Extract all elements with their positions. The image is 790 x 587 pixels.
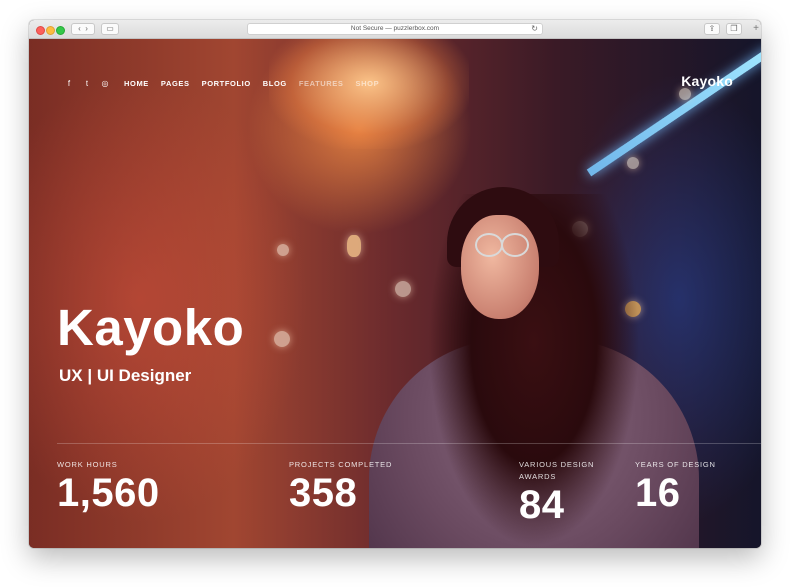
instagram-icon[interactable]: ◎ — [96, 79, 114, 88]
tabs-icon: ❐ — [730, 24, 738, 33]
stat-label: YEARS OF DESIGN — [635, 460, 716, 469]
main-nav: f t ◎ HOME PAGES PORTFOLIO BLOG FEATURES… — [60, 75, 379, 91]
nav-item-blog[interactable]: BLOG — [263, 79, 287, 88]
facebook-icon[interactable]: f — [60, 79, 78, 88]
bokeh-light — [679, 88, 691, 100]
stat-years-of-design: YEARS OF DESIGN 16 — [635, 459, 745, 515]
stat-value: 358 — [289, 471, 358, 515]
share-button[interactable]: ⇪ — [704, 23, 720, 35]
bokeh-light — [277, 244, 289, 256]
stat-label: WORK HOURS — [57, 460, 118, 469]
nav-item-portfolio[interactable]: PORTFOLIO — [202, 79, 251, 88]
forward-icon[interactable]: › — [85, 24, 88, 33]
address-bar[interactable]: Not Secure — puzzlerbox.com ↻ — [247, 23, 543, 35]
glasses-lens — [475, 233, 503, 257]
plus-icon[interactable]: + — [753, 23, 759, 35]
stat-projects-completed: PROJECTS COMPLETED 358 — [289, 459, 439, 515]
bokeh-light — [274, 331, 290, 347]
neon-light — [586, 46, 761, 177]
back-icon[interactable]: ‹ — [78, 24, 81, 33]
reload-icon[interactable]: ↻ — [531, 24, 538, 34]
zoom-window-button[interactable] — [56, 26, 65, 35]
nav-item-home[interactable]: HOME — [124, 79, 149, 88]
hero-subtitle: UX | UI Designer — [59, 366, 192, 385]
nav-item-pages[interactable]: PAGES — [161, 79, 190, 88]
address-text: Not Secure — puzzlerbox.com — [350, 25, 440, 32]
stat-label: PROJECTS COMPLETED — [289, 460, 393, 469]
stat-value: 84 — [519, 483, 565, 527]
glasses-lens — [501, 233, 529, 257]
stat-value: 1,560 — [57, 471, 160, 515]
stat-value: 16 — [635, 471, 681, 515]
stat-label: VARIOUS DESIGN AWARDS — [519, 460, 595, 481]
nav-item-features[interactable]: FEATURES — [299, 79, 344, 88]
nav-item-shop[interactable]: SHOP — [356, 79, 380, 88]
close-window-button[interactable] — [36, 26, 45, 35]
sidebar-icon: ▭ — [106, 24, 114, 33]
bokeh-light — [347, 235, 361, 257]
browser-window: ‹ › ▭ Not Secure — puzzlerbox.com ↻ ⇪ ❐ … — [29, 20, 761, 548]
minimize-window-button[interactable] — [46, 26, 55, 35]
tabs-button[interactable]: ❐ — [726, 23, 742, 35]
subject-face — [461, 215, 539, 319]
site-logo[interactable]: Kayoko — [681, 73, 733, 89]
share-icon: ⇪ — [708, 24, 716, 33]
bokeh-light — [627, 157, 639, 169]
back-forward-buttons[interactable]: ‹ › — [71, 23, 95, 35]
stat-work-hours: WORK HOURS 1,560 — [57, 459, 207, 515]
hero-title: Kayoko — [57, 299, 245, 356]
hero-section: f t ◎ HOME PAGES PORTFOLIO BLOG FEATURES… — [29, 39, 761, 548]
stats-divider — [57, 443, 761, 444]
sidebar-toggle-button[interactable]: ▭ — [101, 23, 119, 35]
twitter-icon[interactable]: t — [78, 79, 96, 88]
stat-design-awards: VARIOUS DESIGN AWARDS 84 — [519, 459, 609, 527]
browser-toolbar: ‹ › ▭ Not Secure — puzzlerbox.com ↻ ⇪ ❐ … — [29, 20, 761, 39]
bokeh-light — [395, 281, 411, 297]
background-light — [269, 39, 469, 149]
